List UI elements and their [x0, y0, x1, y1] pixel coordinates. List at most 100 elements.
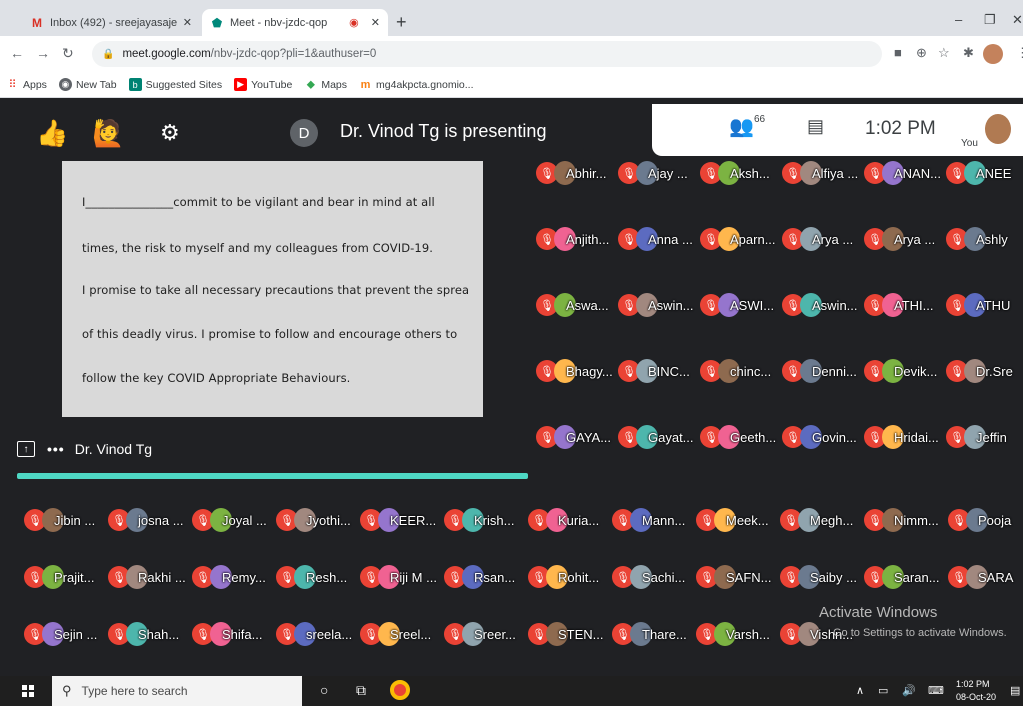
chat-icon[interactable]: ▤	[807, 116, 824, 137]
participant-tile[interactable]: 🎙 Hridai...	[864, 421, 939, 453]
participant-tile[interactable]: 🎙 KEER...	[360, 504, 436, 536]
participant-tile[interactable]: 🎙 Kuria...	[528, 504, 599, 536]
participant-tile[interactable]: 🎙 Nimm...	[864, 504, 939, 536]
tab-gmail[interactable]: M Inbox (492) - sreejayasajesh@gm ✕	[22, 9, 200, 36]
restore-icon[interactable]: ❐	[984, 12, 996, 28]
participant-tile[interactable]: 🎙 Krish...	[444, 504, 514, 536]
address-bar[interactable]: 🔒 meet.google.com/nbv-jzdc-qop?pli=1&aut…	[92, 41, 882, 67]
bookmark-suggested-sites[interactable]: b Suggested Sites	[128, 78, 222, 91]
participant-tile[interactable]: 🎙 BINC...	[618, 355, 690, 387]
reload-icon[interactable]: ↻	[62, 46, 74, 60]
participant-tile[interactable]: 🎙 Prajit...	[24, 561, 94, 593]
participant-tile[interactable]: 🎙 Anjith...	[536, 223, 609, 255]
camera-icon[interactable]: ■	[894, 46, 902, 60]
participant-tile[interactable]: 🎙 Saran...	[864, 561, 940, 593]
raise-hand-icon[interactable]: 🙋	[92, 118, 124, 148]
participant-tile[interactable]: 🎙 GAYA...	[536, 421, 611, 453]
participant-tile[interactable]: 🎙 Joyal ...	[192, 504, 267, 536]
participant-tile[interactable]: 🎙 Ashly	[946, 223, 1008, 255]
more-options-icon[interactable]: •••	[47, 441, 65, 457]
participant-tile[interactable]: 🎙 Geeth...	[700, 421, 776, 453]
participant-tile[interactable]: 🎙 Sreel...	[360, 618, 431, 650]
participant-tile[interactable]: 🎙 STEN...	[528, 618, 604, 650]
participant-tile[interactable]: 🎙 Ajay ...	[618, 157, 688, 189]
participant-tile[interactable]: 🎙 Resh...	[276, 561, 347, 593]
minimize-icon[interactable]: –	[955, 12, 962, 27]
participant-tile[interactable]: 🎙 Sreer...	[444, 618, 516, 650]
participant-tile[interactable]: 🎙 Gayat...	[618, 421, 694, 453]
bookmark-new-tab[interactable]: ◉ New Tab	[58, 78, 117, 91]
windows-start-icon[interactable]	[22, 685, 34, 697]
tab-meet[interactable]: ⬟ Meet - nbv-jzdc-qop ◉ ✕	[202, 9, 388, 36]
close-icon[interactable]: ✕	[183, 16, 192, 29]
participant-tile[interactable]: 🎙 Aksh...	[700, 157, 770, 189]
participant-tile[interactable]: 🎙 Sachi...	[612, 561, 685, 593]
back-icon[interactable]: ←	[10, 46, 24, 60]
window-close-icon[interactable]: ✕	[1012, 12, 1023, 28]
participant-tile[interactable]: 🎙 ASWI...	[700, 289, 774, 321]
participant-tile[interactable]: 🎙 sreela...	[276, 618, 352, 650]
participant-tile[interactable]: 🎙 ANEE	[946, 157, 1011, 189]
participant-tile[interactable]: 🎙 Denni...	[782, 355, 857, 387]
zoom-icon[interactable]: ⊕	[916, 46, 927, 60]
participant-tile[interactable]: 🎙 Rohit...	[528, 561, 599, 593]
forward-icon[interactable]: →	[36, 46, 50, 60]
present-screen-icon[interactable]: ↑	[17, 441, 35, 457]
participant-tile[interactable]: 🎙 Jyothi...	[276, 504, 351, 536]
keyboard-icon[interactable]: ⌨	[928, 684, 944, 697]
participant-tile[interactable]: 🎙 Alfiya ...	[782, 157, 858, 189]
participant-tile[interactable]: 🎙 Devik...	[864, 355, 937, 387]
participant-tile[interactable]: 🎙 Aparn...	[700, 223, 776, 255]
bookmark-maps[interactable]: ⬥ Maps	[304, 77, 347, 91]
participant-tile[interactable]: 🎙 Riji M ...	[360, 561, 437, 593]
participant-tile[interactable]: 🎙 Saiby ...	[780, 561, 857, 593]
close-icon[interactable]: ✕	[371, 16, 380, 29]
notification-icon[interactable]: ▤	[1010, 684, 1020, 697]
participant-tile[interactable]: 🎙 Rsan...	[444, 561, 515, 593]
profile-avatar[interactable]	[983, 44, 1003, 64]
participant-tile[interactable]: 🎙 ANAN...	[864, 157, 941, 189]
participant-tile[interactable]: 🎙 Pooja	[948, 504, 1011, 536]
participant-tile[interactable]: 🎙 Remy...	[192, 561, 266, 593]
participant-tile[interactable]: 🎙 Megh...	[780, 504, 853, 536]
participant-tile[interactable]: 🎙 Shifa...	[192, 618, 262, 650]
people-icon[interactable]: 👥	[729, 116, 754, 138]
participant-tile[interactable]: 🎙 Mann...	[612, 504, 685, 536]
battery-icon[interactable]: ▭	[878, 684, 888, 697]
gear-icon[interactable]: ⚙	[160, 118, 180, 148]
self-avatar[interactable]	[985, 114, 1011, 144]
participant-tile[interactable]: 🎙 Thare...	[612, 618, 687, 650]
participant-tile[interactable]: 🎙 ATHU	[946, 289, 1010, 321]
participant-tile[interactable]: 🎙 chinc...	[700, 355, 771, 387]
chrome-icon[interactable]	[390, 680, 410, 700]
participant-tile[interactable]: 🎙 Jibin ...	[24, 504, 95, 536]
participant-tile[interactable]: 🎙 Bhagy...	[536, 355, 613, 387]
participant-tile[interactable]: 🎙 Rakhi ...	[108, 561, 186, 593]
bookmark-gnomio[interactable]: m mg4akpcta.gnomio...	[359, 78, 474, 91]
participant-tile[interactable]: 🎙 Arya ...	[782, 223, 853, 255]
participant-tile[interactable]: 🎙 Aswin...	[618, 289, 694, 321]
chevron-up-icon[interactable]: ∧	[856, 684, 864, 697]
new-tab-icon[interactable]: +	[396, 13, 407, 31]
taskbar-clock[interactable]: 1:02 PM 08-Oct-20	[956, 678, 996, 704]
participant-tile[interactable]: 🎙 Sejin ...	[24, 618, 97, 650]
participant-tile[interactable]: 🎙 ATHI...	[864, 289, 933, 321]
participant-tile[interactable]: 🎙 josna ...	[108, 504, 184, 536]
participant-tile[interactable]: 🎙 Govin...	[782, 421, 857, 453]
participant-tile[interactable]: 🎙 Arya ...	[864, 223, 935, 255]
participant-tile[interactable]: 🎙 Shah...	[108, 618, 179, 650]
participant-tile[interactable]: 🎙 Aswin...	[782, 289, 858, 321]
cortana-icon[interactable]: ○	[320, 682, 328, 698]
task-view-icon[interactable]: ⧉	[356, 682, 366, 699]
bookmark-youtube[interactable]: ▶ YouTube	[234, 78, 292, 91]
participant-tile[interactable]: 🎙 Abhir...	[536, 157, 606, 189]
participant-tile[interactable]: 🎙 Aswa...	[536, 289, 609, 321]
extensions-icon[interactable]: ✱	[963, 46, 974, 60]
participant-tile[interactable]: 🎙 SARA	[948, 561, 1013, 593]
bookmark-apps[interactable]: ⠿ Apps	[6, 78, 46, 92]
participant-tile[interactable]: 🎙 Anna ...	[618, 223, 693, 255]
participant-tile[interactable]: 🎙 SAFN...	[696, 561, 772, 593]
thumbs-up-icon[interactable]: 👍	[36, 118, 68, 148]
participant-tile[interactable]: 🎙 Dr.Sre	[946, 355, 1013, 387]
star-icon[interactable]: ☆	[938, 46, 950, 60]
